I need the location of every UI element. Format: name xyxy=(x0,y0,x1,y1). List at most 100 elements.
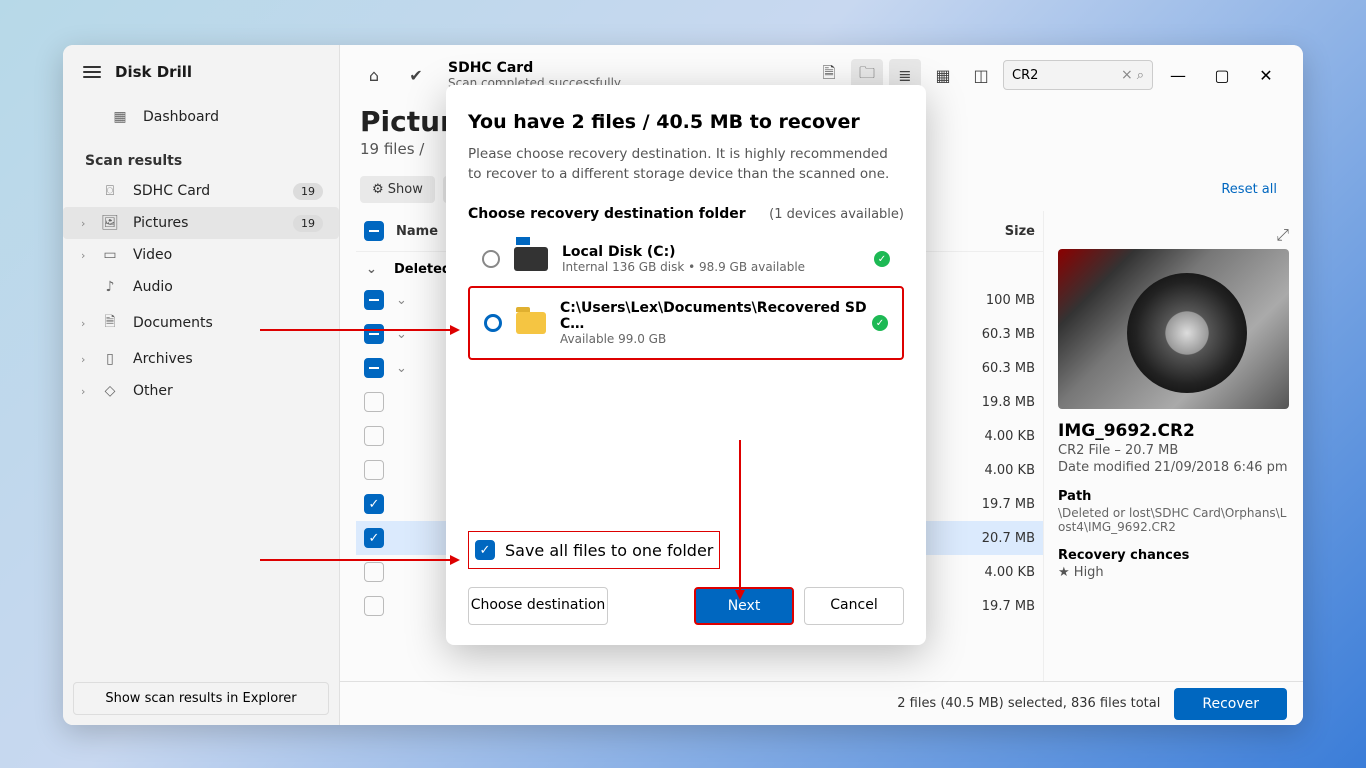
row-checkbox[interactable] xyxy=(364,596,384,616)
recovery-destination-modal: You have 2 files / 40.5 MB to recover Pl… xyxy=(446,85,926,645)
row-checkbox[interactable] xyxy=(364,324,384,344)
preview-pane: ⤢ IMG_9692.CR2 CR2 File – 20.7 MB Date m… xyxy=(1043,211,1303,681)
app-title: Disk Drill xyxy=(115,63,192,81)
preview-image xyxy=(1058,249,1289,409)
show-in-explorer-button[interactable]: Show scan results in Explorer xyxy=(73,682,329,715)
grid-view-icon[interactable]: ▦ xyxy=(927,59,959,91)
column-size[interactable]: Size xyxy=(955,224,1035,239)
count-badge: 19 xyxy=(293,215,323,232)
folder-icon xyxy=(516,312,546,334)
sidebar-item-label: Documents xyxy=(133,315,213,331)
bottom-bar: 2 files (40.5 MB) selected, 836 files to… xyxy=(340,681,1303,725)
row-checkbox[interactable] xyxy=(364,562,384,582)
path-label: Path xyxy=(1058,489,1289,504)
video-icon: ▭ xyxy=(101,247,119,263)
section-label: Scan results xyxy=(63,143,339,175)
search-icon: ⌕ xyxy=(1137,68,1144,83)
maximize-button[interactable]: ▢ xyxy=(1203,59,1241,91)
recover-button[interactable]: Recover xyxy=(1174,688,1287,720)
sidebar-item-label: SDHC Card xyxy=(133,183,210,199)
sidebar-item-sdhc-card[interactable]: ⌼ SDHC Card 19 xyxy=(63,175,339,207)
home-icon[interactable]: ⌂ xyxy=(358,59,390,91)
dashboard-icon: ▦ xyxy=(111,109,129,125)
sidebar-item-documents[interactable]: › 🗎 Documents xyxy=(63,303,339,343)
chevron-right-icon: › xyxy=(81,217,85,230)
header-title: SDHC Card xyxy=(448,60,621,76)
sd-card-icon: ⌼ xyxy=(101,183,119,199)
search-field[interactable] xyxy=(1012,68,1117,83)
sidebar-item-other[interactable]: › ◇ Other xyxy=(63,375,339,407)
picture-icon: 🖼 xyxy=(101,215,119,231)
audio-icon: ♪ xyxy=(101,279,119,295)
star-icon: ★ xyxy=(1058,565,1070,580)
sidebar-item-pictures[interactable]: › 🖼 Pictures 19 xyxy=(63,207,339,239)
destination-local-disk[interactable]: Local Disk (C:) Internal 136 GB disk • 9… xyxy=(468,232,904,286)
preview-filename: IMG_9692.CR2 xyxy=(1058,421,1289,441)
chevron-right-icon: › xyxy=(81,353,85,366)
clear-icon[interactable]: × xyxy=(1121,67,1133,83)
next-button[interactable]: Next xyxy=(694,587,794,625)
sidebar-item-dashboard[interactable]: ▦ Dashboard xyxy=(71,101,331,133)
app-window: Disk Drill ▦ Dashboard Scan results ⌼ SD… xyxy=(63,45,1303,725)
destination-recovered-folder[interactable]: C:\Users\Lex\Documents\Recovered SD C… A… xyxy=(468,286,904,360)
search-input[interactable]: × ⌕ xyxy=(1003,60,1153,90)
selection-status: 2 files (40.5 MB) selected, 836 files to… xyxy=(897,696,1160,711)
radio-button[interactable] xyxy=(482,250,500,268)
destination-label: Choose recovery destination folder xyxy=(468,206,746,222)
preview-filetype: CR2 File – 20.7 MB xyxy=(1058,443,1289,458)
preview-path: \Deleted or lost\SDHC Card\Orphans\Lost4… xyxy=(1058,506,1289,534)
destination-sub: Internal 136 GB disk • 98.9 GB available xyxy=(562,260,805,274)
disk-icon xyxy=(514,247,548,271)
recovery-chances: High xyxy=(1074,565,1104,580)
close-button[interactable]: ✕ xyxy=(1247,59,1285,91)
modal-title: You have 2 files / 40.5 MB to recover xyxy=(468,111,904,133)
row-checkbox[interactable]: ✓ xyxy=(364,494,384,514)
count-badge: 19 xyxy=(293,183,323,200)
other-icon: ◇ xyxy=(101,383,119,399)
archive-icon: ▯ xyxy=(101,351,119,367)
panel-icon[interactable]: ◫ xyxy=(965,59,997,91)
popout-icon[interactable]: ⤢ xyxy=(1276,225,1289,245)
minimize-button[interactable]: — xyxy=(1159,59,1197,91)
row-checkbox[interactable] xyxy=(364,426,384,446)
cancel-button[interactable]: Cancel xyxy=(804,587,904,625)
devices-available: (1 devices available) xyxy=(769,207,904,222)
row-checkbox[interactable] xyxy=(364,392,384,412)
chevron-right-icon: › xyxy=(81,249,85,262)
sidebar-item-label: Archives xyxy=(133,351,193,367)
sidebar-item-label: Audio xyxy=(133,279,173,295)
sidebar-item-video[interactable]: › ▭ Video xyxy=(63,239,339,271)
row-checkbox[interactable] xyxy=(364,358,384,378)
row-checkbox[interactable] xyxy=(364,460,384,480)
hamburger-icon[interactable] xyxy=(83,66,101,78)
check-icon[interactable]: ✔ xyxy=(400,59,432,91)
sidebar: Disk Drill ▦ Dashboard Scan results ⌼ SD… xyxy=(63,45,340,725)
chevron-right-icon: › xyxy=(81,317,85,330)
save-all-checkbox[interactable]: ✓ xyxy=(475,540,495,560)
sidebar-item-label: Video xyxy=(133,247,172,263)
document-icon: 🗎 xyxy=(101,311,119,335)
select-all-checkbox[interactable] xyxy=(364,221,384,241)
choose-destination-button[interactable]: Choose destination xyxy=(468,587,608,625)
row-checkbox[interactable] xyxy=(364,290,384,310)
sidebar-item-archives[interactable]: › ▯ Archives xyxy=(63,343,339,375)
destination-sub: Available 99.0 GB xyxy=(560,332,888,346)
sidebar-item-label: Dashboard xyxy=(143,109,219,125)
save-all-option[interactable]: ✓ Save all files to one folder xyxy=(468,531,720,569)
checkmark-icon: ✓ xyxy=(872,315,888,331)
chances-label: Recovery chances xyxy=(1058,548,1289,563)
modal-description: Please choose recovery destination. It i… xyxy=(468,145,904,184)
sidebar-item-audio[interactable]: ♪ Audio xyxy=(63,271,339,303)
radio-button[interactable] xyxy=(484,314,502,332)
reset-all-link[interactable]: Reset all xyxy=(1221,182,1283,197)
sidebar-item-label: Other xyxy=(133,383,173,399)
show-filter-button[interactable]: ⚙ Show xyxy=(360,176,435,203)
sidebar-item-label: Pictures xyxy=(133,215,188,231)
destination-title: Local Disk (C:) xyxy=(562,244,805,260)
destination-title: C:\Users\Lex\Documents\Recovered SD C… xyxy=(560,300,888,332)
preview-modified: Date modified 21/09/2018 6:46 pm xyxy=(1058,460,1289,475)
save-all-label: Save all files to one folder xyxy=(505,541,713,560)
row-checkbox[interactable]: ✓ xyxy=(364,528,384,548)
chevron-right-icon: › xyxy=(81,385,85,398)
checkmark-icon: ✓ xyxy=(874,251,890,267)
